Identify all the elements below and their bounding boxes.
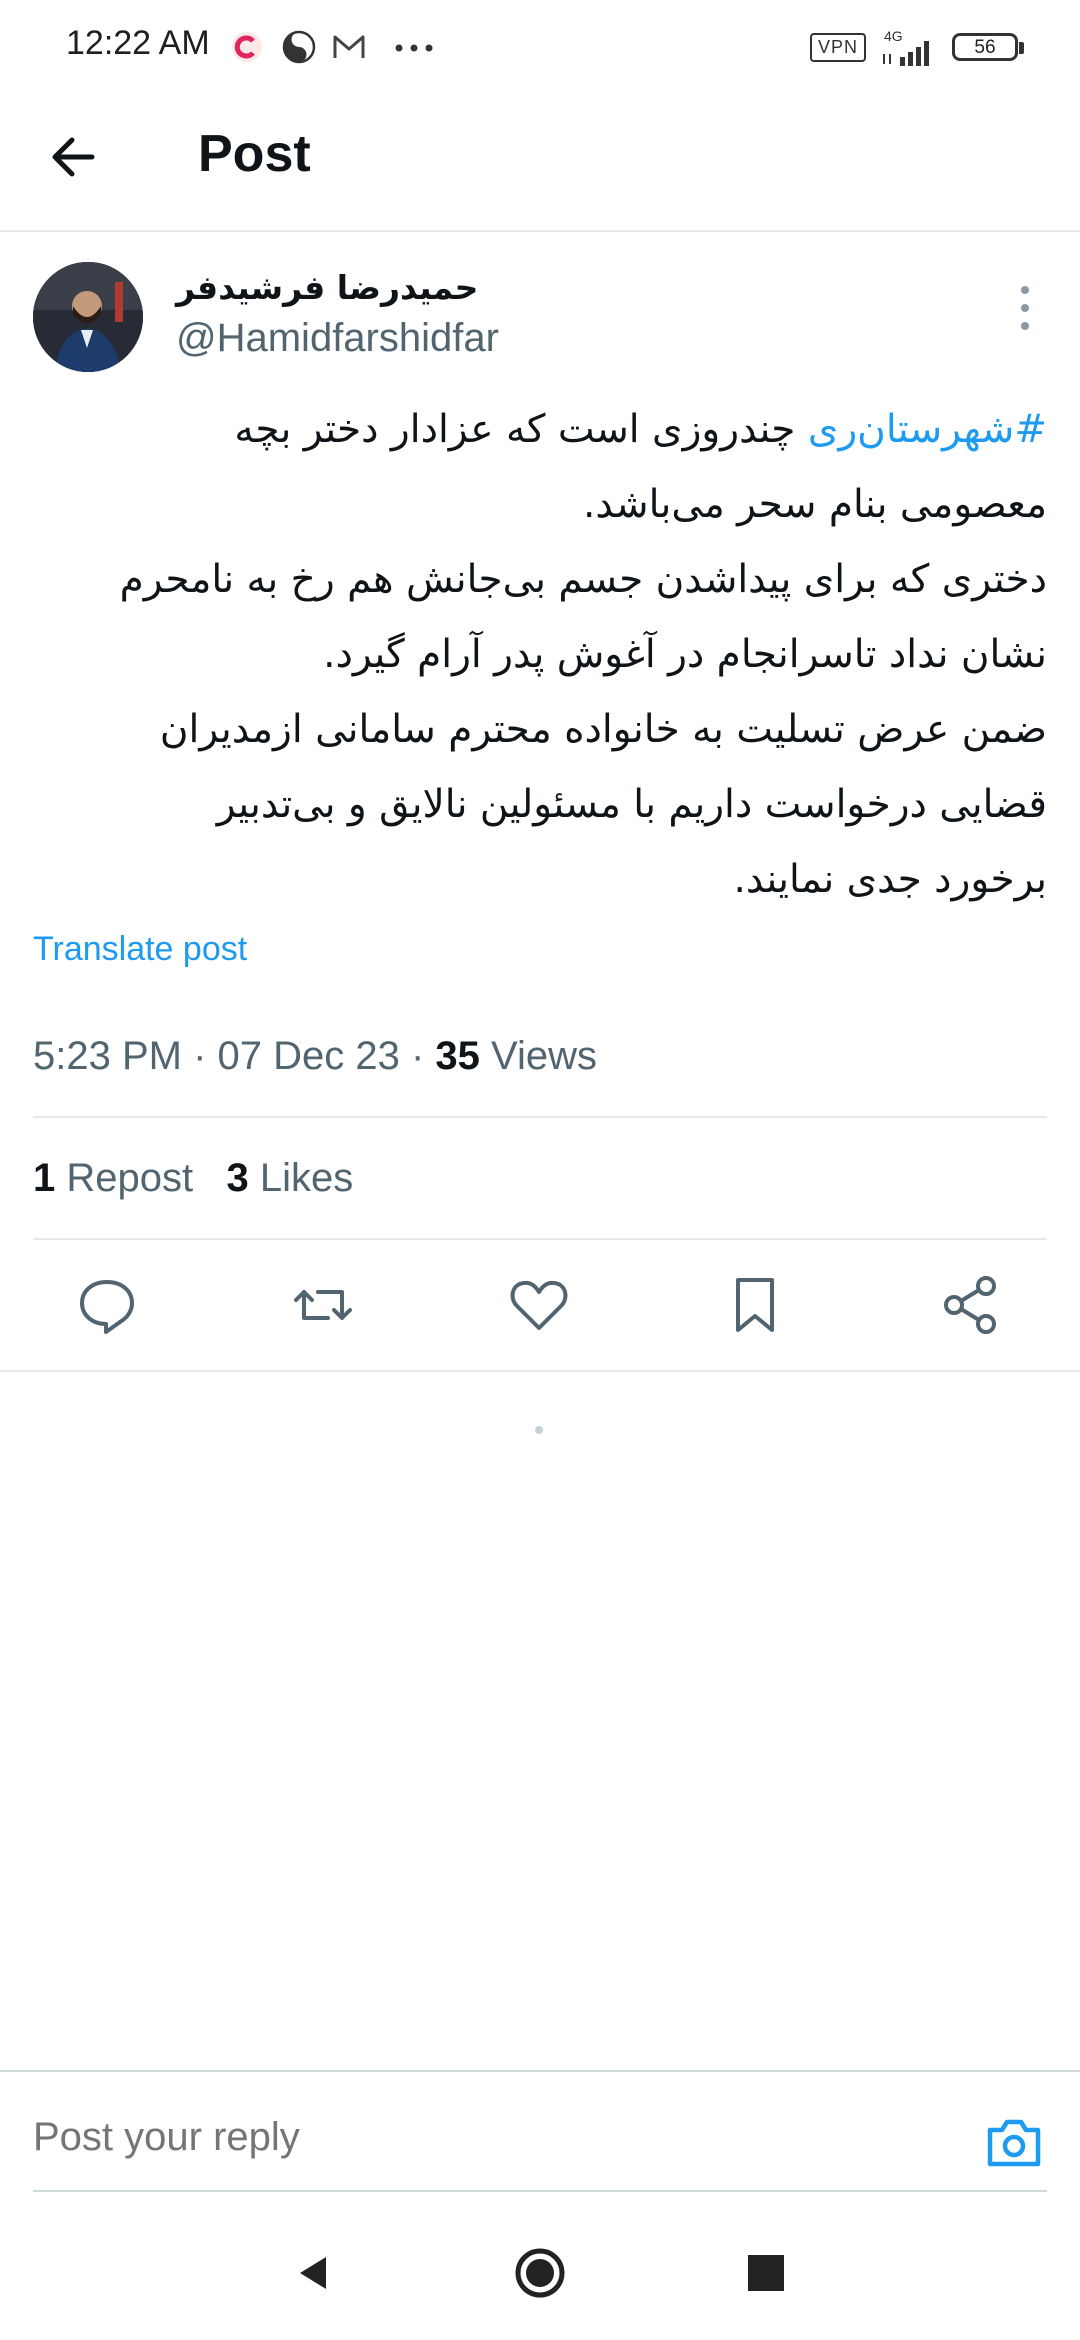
back-arrow-icon[interactable] (42, 122, 112, 192)
avatar-photo (33, 262, 143, 372)
reply-icon[interactable] (72, 1270, 142, 1340)
post-line: دختری که برای پیداشدن جسم بی‌جانش هم رخ … (119, 557, 1047, 602)
status-time: 12:22 AM (66, 24, 210, 62)
views-label: Views (491, 1034, 598, 1078)
reposts-label: Repost (66, 1156, 194, 1200)
loading-indicator (535, 1426, 543, 1434)
likes-count: 3 (226, 1156, 249, 1200)
reposts-count: 1 (33, 1156, 56, 1200)
post-date: 07 Dec 23 (217, 1034, 400, 1078)
avatar[interactable] (33, 262, 143, 372)
yin-yang-icon (282, 30, 316, 64)
reply-bar-border (0, 2070, 1080, 2072)
gmail-icon (333, 35, 365, 58)
post-meta: 5:23 PM · 07 Dec 23 · 35 Views (33, 1034, 598, 1078)
nav-recents-icon[interactable] (738, 2245, 794, 2301)
divider (33, 1116, 1047, 1118)
like-heart-icon[interactable] (504, 1270, 574, 1340)
post-line: برخورد جدی نمایند. (733, 857, 1047, 902)
likes-label: Likes (259, 1156, 354, 1200)
nav-home-icon[interactable] (512, 2245, 568, 2301)
post-line: #شهرستان‌ری چندروزی است که عزادار دختر ب… (234, 407, 1047, 452)
post-stats: 1 Repost 3 Likes (33, 1156, 353, 1201)
bookmark-icon[interactable] (720, 1270, 790, 1340)
page-title: Post (198, 125, 311, 183)
reply-input[interactable] (33, 2115, 933, 2160)
post-line: ضمن عرض تسلیت به خانواده محترم سامانی از… (159, 707, 1047, 752)
repost-icon[interactable] (288, 1270, 358, 1340)
author-handle[interactable]: @Hamidfarshidfar (176, 316, 499, 361)
views-count: 35 (435, 1034, 480, 1078)
reply-input-underline (33, 2190, 1047, 2192)
post-time: 5:23 PM (33, 1034, 182, 1078)
post-line: قضایی درخواست داریم با مسئولین نالایق و … (216, 782, 1047, 827)
post-line: معصومی بنام سحر می‌باشد. (583, 482, 1047, 527)
vpn-badge: VPN (810, 33, 867, 62)
author-name[interactable]: حمیدرضا فرشیدفر (176, 268, 478, 307)
hashtag-link[interactable]: #شهرستان‌ری (808, 407, 1047, 452)
post-line: نشان نداد تاسرانجام در آغوش پدر آرام گیر… (323, 632, 1047, 677)
camera-icon[interactable] (982, 2110, 1046, 2174)
c-app-icon (232, 32, 262, 62)
battery-tip (1019, 42, 1024, 54)
top-app-bar (0, 96, 1080, 232)
reposts-stat[interactable]: 1 Repost (33, 1156, 193, 1200)
signal-icon (883, 41, 929, 66)
likes-stat[interactable]: 3 Likes (226, 1156, 353, 1200)
translate-post-link[interactable]: Translate post (33, 930, 247, 969)
battery-indicator: 56 (952, 33, 1018, 61)
share-icon[interactable] (936, 1270, 1006, 1340)
nav-back-icon[interactable] (286, 2245, 342, 2301)
more-dots-icon (395, 44, 433, 52)
more-options-icon[interactable] (1010, 280, 1040, 336)
post-text: #شهرستان‌ری چندروزی است که عزادار دختر ب… (33, 392, 1047, 917)
divider (33, 1238, 1047, 1240)
divider (0, 1370, 1080, 1372)
